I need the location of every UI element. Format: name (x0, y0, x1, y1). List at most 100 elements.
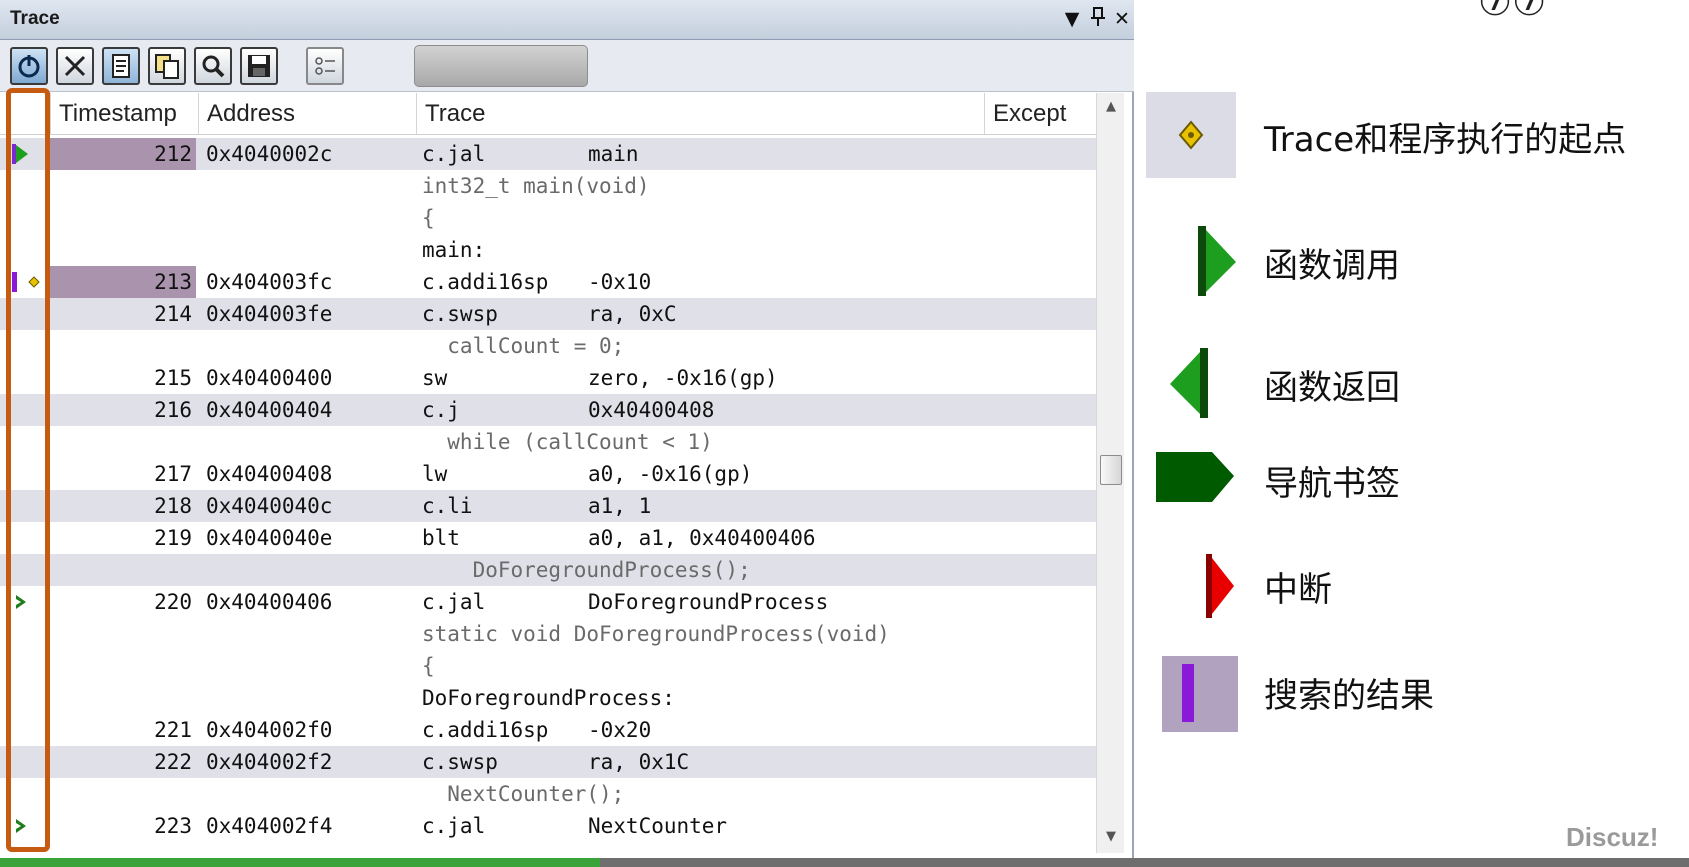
source-line-row[interactable]: main: (0, 234, 1096, 266)
timestamp-cell: 219 (154, 526, 192, 550)
opcode-cell: sw (422, 366, 448, 390)
source-line-row[interactable]: NextCounter(); (0, 778, 1096, 810)
address-cell: 0x4040040e (206, 526, 333, 550)
column-header-timestamp[interactable]: Timestamp (50, 93, 196, 135)
document-icon (112, 54, 130, 78)
operand-cell: -0x10 (588, 270, 652, 294)
function-return-icon (1146, 340, 1246, 426)
timestamp-cell: 220 (154, 590, 192, 614)
operand-cell: 0x40400408 (588, 398, 715, 422)
opcode-cell: lw (422, 462, 448, 486)
source-line-row[interactable]: int32_t main(void) (0, 170, 1096, 202)
source-line-row[interactable]: { (0, 202, 1096, 234)
column-header-address[interactable]: Address (198, 93, 416, 135)
source-line: static void DoForegroundProcess(void) (422, 622, 890, 646)
scroll-down-icon[interactable]: ▼ (1097, 829, 1125, 849)
trace-row[interactable]: 218 0x4040040c c.li a1, 1 (0, 490, 1096, 522)
source-line-row[interactable]: static void DoForegroundProcess(void) (0, 618, 1096, 650)
copy-icon (155, 54, 179, 79)
power-button[interactable] (10, 47, 48, 85)
timestamp-cell: 214 (154, 302, 192, 326)
legend-label: 导航书签 (1264, 464, 1400, 504)
copy-button[interactable] (148, 47, 186, 85)
operand-cell: ra, 0xC (588, 302, 677, 326)
opcode-cell: c.j (422, 398, 460, 422)
address-cell: 0x404002f4 (206, 814, 333, 838)
legend-label: 中断 (1264, 570, 1332, 610)
operand-cell: DoForegroundProcess (588, 590, 829, 614)
trace-grid-header: Timestamp Address Trace Except (0, 93, 1096, 135)
opcode-cell: c.jal (422, 590, 486, 614)
timestamp-cell: 222 (154, 750, 192, 774)
opcode-cell: c.swsp (422, 302, 498, 326)
interrupt-icon (1146, 542, 1246, 628)
trace-row[interactable]: 222 0x404002f2 c.swsp ra, 0x1C (0, 746, 1096, 778)
pin-icon[interactable] (1086, 6, 1110, 35)
status-strip (600, 858, 1689, 867)
source-line-row[interactable]: DoForegroundProcess(); (0, 554, 1096, 586)
gutter-highlight-frame (6, 88, 50, 852)
operand-cell: ra, 0x1C (588, 750, 690, 774)
address-cell: 0x40400406 (206, 590, 333, 614)
column-header-except[interactable]: Except (984, 93, 1096, 135)
power-icon (18, 55, 40, 78)
opcode-cell: c.li (422, 494, 473, 518)
close-icon[interactable]: ✕ (1110, 6, 1134, 32)
trace-row[interactable]: 217 0x40400408 lw a0, -0x16(gp) (0, 458, 1096, 490)
source-line-row[interactable]: DoForegroundProcess: (0, 682, 1096, 714)
trace-row[interactable]: 214 0x404003fe c.swsp ra, 0xC (0, 298, 1096, 330)
trace-row[interactable]: 223 0x404002f4 c.jal NextCounter (0, 810, 1096, 842)
legend-item-navigation-bookmark: 导航书签 (1146, 436, 1686, 522)
scroll-thumb[interactable] (1100, 455, 1122, 485)
source-line-row[interactable]: while (callCount < 1) (0, 426, 1096, 458)
operand-cell: -0x20 (588, 718, 652, 742)
opcode-cell: c.addi16sp (422, 718, 549, 742)
code-label: DoForegroundProcess: (422, 686, 675, 710)
scroll-up-icon[interactable]: ▲ (1097, 99, 1125, 119)
source-line: int32_t main(void) (422, 174, 650, 198)
operand-cell: a0, a1, 0x40400406 (588, 526, 816, 550)
trace-row[interactable]: 221 0x404002f0 c.addi16sp -0x20 (0, 714, 1096, 746)
legend-label: Trace和程序执行的起点 (1264, 120, 1627, 160)
source-line: NextCounter(); (422, 782, 625, 806)
source-line: callCount = 0; (422, 334, 625, 358)
trace-start-icon (1146, 92, 1246, 178)
clear-button[interactable] (56, 47, 94, 85)
timestamp-cell: 212 (50, 138, 196, 170)
dropdown-icon[interactable]: ▼ (1060, 6, 1084, 32)
address-cell: 0x40400404 (206, 398, 333, 422)
corner-text: ⑦⑦ (1478, 0, 1547, 24)
watermark: Discuz! (1566, 822, 1659, 852)
column-header-trace[interactable]: Trace (416, 93, 984, 135)
code-label: main: (422, 238, 486, 262)
trace-row[interactable]: 219 0x4040040e blt a0, a1, 0x40400406 (0, 522, 1096, 554)
trace-row[interactable]: 213 0x404003fc c.addi16sp -0x10 (0, 266, 1096, 298)
timestamp-cell: 216 (154, 398, 192, 422)
search-box[interactable] (414, 45, 588, 87)
trace-row[interactable]: 216 0x40400404 c.j 0x40400408 (0, 394, 1096, 426)
legend-label: 搜索的结果 (1264, 676, 1434, 716)
filter-icon (315, 57, 335, 75)
source-line-row[interactable]: { (0, 650, 1096, 682)
trace-row[interactable]: 215 0x40400400 sw zero, -0x16(gp) (0, 362, 1096, 394)
address-cell: 0x40400400 (206, 366, 333, 390)
view-source-button[interactable] (102, 47, 140, 85)
timestamp-cell: 218 (154, 494, 192, 518)
legend-item-function-return: 函数返回 (1146, 340, 1686, 426)
vertical-scrollbar[interactable]: ▲ ▼ (1096, 93, 1124, 853)
find-button[interactable] (194, 47, 232, 85)
opcode-cell: blt (422, 526, 460, 550)
legend-label: 函数返回 (1264, 368, 1400, 408)
save-icon (248, 55, 270, 77)
legend-label: 函数调用 (1264, 246, 1400, 286)
filter-button[interactable] (306, 47, 344, 85)
clear-icon (64, 55, 86, 77)
trace-row[interactable]: 212 0x4040002c c.jal main (0, 138, 1096, 170)
trace-row[interactable]: 220 0x40400406 c.jal DoForegroundProcess (0, 586, 1096, 618)
timestamp-cell: 217 (154, 462, 192, 486)
save-button[interactable] (240, 47, 278, 85)
legend-item-function-call: 函数调用 (1146, 218, 1686, 304)
address-cell: 0x4040002c (206, 142, 333, 166)
panel-title: Trace (10, 8, 60, 29)
source-line-row[interactable]: callCount = 0; (0, 330, 1096, 362)
